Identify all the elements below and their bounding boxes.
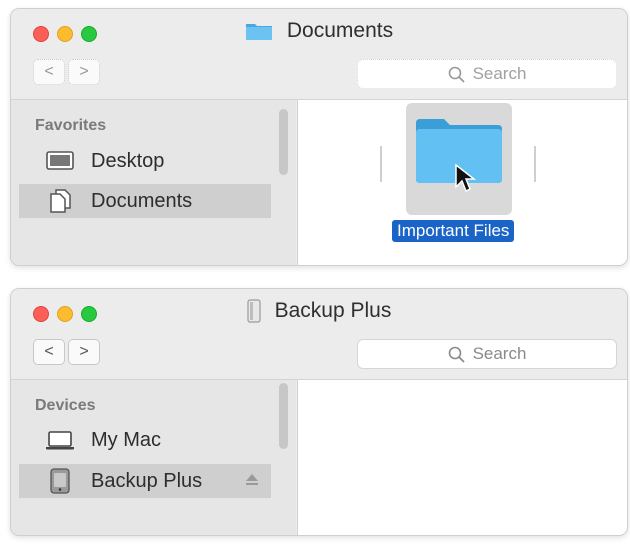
search-icon: [448, 346, 465, 363]
back-button[interactable]: <: [33, 339, 65, 365]
sidebar: Favorites Desktop Documents: [11, 100, 296, 265]
window-title-text: Documents: [286, 19, 394, 42]
forward-button[interactable]: >: [68, 339, 100, 365]
nav-buttons: < >: [33, 339, 100, 365]
sidebar-scrollbar[interactable]: [279, 109, 288, 175]
search-placeholder: Search: [472, 344, 527, 363]
external-drive-icon: [247, 299, 261, 323]
documents-icon: [45, 189, 75, 213]
sidebar-item-backup-plus[interactable]: Backup Plus: [19, 464, 271, 498]
search-placeholder: Search: [472, 64, 527, 83]
file-item-important-files[interactable]: [406, 103, 512, 215]
back-button[interactable]: <: [33, 59, 65, 85]
folder-icon: [245, 24, 272, 40]
sidebar-item-label: Backup Plus: [91, 469, 203, 492]
window-title: Backup Plus: [11, 299, 627, 329]
external-drive-icon: [45, 468, 75, 494]
file-browser-content[interactable]: Important Files: [297, 100, 627, 265]
search-field[interactable]: Search: [357, 59, 617, 89]
laptop-icon: [45, 428, 75, 452]
sidebar-section-devices: Devices: [35, 397, 96, 414]
window-title: Documents: [11, 19, 627, 49]
drag-guide-left: [380, 146, 382, 182]
sidebar-item-desktop[interactable]: Desktop: [19, 144, 271, 178]
chevron-left-icon: <: [44, 343, 54, 360]
chevron-right-icon: >: [79, 63, 89, 80]
sidebar: Devices My Mac Backup Plus: [11, 380, 296, 535]
search-icon: [448, 66, 465, 83]
sidebar-item-label: Desktop: [91, 149, 165, 172]
cursor-arrow-icon: [455, 163, 476, 193]
search-field[interactable]: Search: [357, 339, 617, 369]
sidebar-item-my-mac[interactable]: My Mac: [19, 423, 271, 457]
sidebar-section-favorites: Favorites: [35, 117, 107, 134]
forward-button[interactable]: >: [68, 59, 100, 85]
sidebar-item-label: My Mac: [91, 428, 161, 451]
finder-window-backup-plus: Backup Plus < > Search Devices My Mac Ba…: [10, 288, 628, 536]
sidebar-item-documents[interactable]: Documents: [19, 184, 271, 218]
desktop-icon: [45, 149, 75, 173]
sidebar-item-label: Documents: [91, 189, 193, 212]
file-item-label[interactable]: Important Files: [392, 220, 515, 242]
sidebar-scrollbar[interactable]: [279, 383, 288, 449]
eject-icon[interactable]: [245, 472, 259, 486]
window-title-text: Backup Plus: [274, 299, 392, 322]
toolbar: Documents < > Search: [11, 9, 627, 100]
finder-window-documents: Documents < > Search Favorites Desktop D…: [10, 8, 628, 266]
file-browser-content[interactable]: [297, 380, 627, 535]
toolbar: Backup Plus < > Search: [11, 289, 627, 380]
nav-buttons: < >: [33, 59, 100, 85]
chevron-left-icon: <: [44, 63, 54, 80]
drag-guide-right: [534, 146, 536, 182]
chevron-right-icon: >: [79, 343, 89, 360]
